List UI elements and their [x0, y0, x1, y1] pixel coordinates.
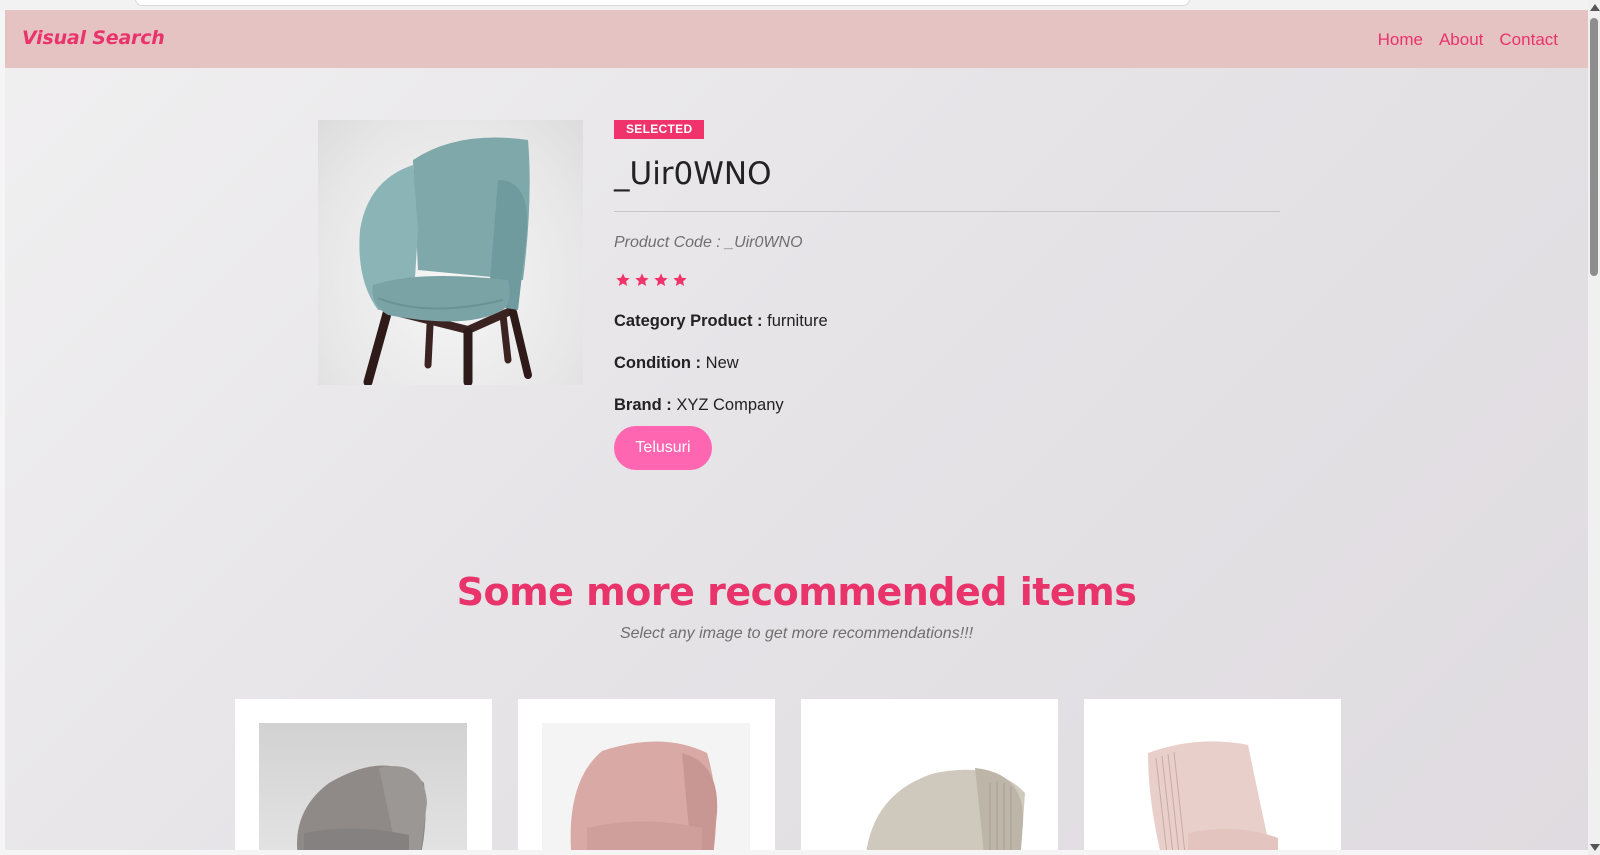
recommendation-image[interactable] [259, 723, 467, 850]
category-value: furniture [767, 312, 828, 330]
brand-label: Brand : [614, 396, 672, 414]
nav-links: Home About Contact [1378, 30, 1558, 50]
recommendation-image[interactable] [1108, 723, 1316, 850]
recommendation-card[interactable] [801, 699, 1058, 850]
recommendations-subtitle: Select any image to get more recommendat… [619, 625, 974, 642]
recommendation-image[interactable] [542, 723, 750, 850]
recommendation-image[interactable] [825, 723, 1033, 850]
nav-link-contact[interactable]: Contact [1499, 30, 1558, 50]
condition-value: New [705, 354, 739, 372]
beige-armchair-icon [866, 768, 1025, 850]
brand-row: Brand : XYZ Company [614, 396, 784, 415]
scroll-up-arrow-icon[interactable] [1590, 4, 1600, 11]
address-bar[interactable] [135, 0, 1190, 6]
selected-badge: SELECTED [614, 120, 705, 139]
scroll-down-arrow-icon[interactable] [1590, 844, 1600, 851]
star-icon [673, 273, 687, 286]
product-code-value: _Uir0WNO [725, 234, 803, 251]
browser-top-strip [0, 0, 1600, 10]
category-row: Category Product : furniture [614, 312, 828, 331]
blush-chair-icon [1148, 741, 1278, 850]
product-title: _Uir0WNO [614, 156, 772, 192]
recommendation-card[interactable] [235, 699, 492, 850]
product-code-label: Product Code : [614, 234, 726, 251]
rating-stars [615, 272, 688, 288]
recommendation-card[interactable] [1084, 699, 1341, 850]
pink-armchair-icon [570, 741, 718, 850]
star-icon [654, 273, 668, 286]
recommendation-card[interactable] [518, 699, 775, 850]
nav-link-about[interactable]: About [1439, 30, 1483, 50]
condition-row: Condition : New [614, 354, 739, 373]
condition-label: Condition : [614, 354, 702, 372]
title-divider [614, 211, 1280, 212]
product-code: Product Code : _Uir0WNO [614, 234, 803, 252]
product-image [318, 120, 583, 385]
star-icon [616, 273, 630, 286]
telusuri-button[interactable]: Telusuri [614, 426, 712, 470]
recommendations-heading: Some more recommended items [456, 570, 1137, 614]
page: Visual Search Home About Contact SELECTE… [5, 10, 1588, 850]
nav-link-home[interactable]: Home [1378, 30, 1423, 50]
category-label: Category Product : [614, 312, 763, 330]
brand-value: XYZ Company [676, 396, 784, 414]
grey-armchair-icon [297, 765, 427, 850]
star-icon [635, 273, 649, 286]
brand-logo[interactable]: Visual Search [22, 27, 165, 49]
scroll-thumb[interactable] [1590, 18, 1598, 276]
teal-armchair-icon [359, 137, 532, 385]
navbar: Visual Search Home About Contact [5, 10, 1588, 68]
scrollbar[interactable] [1588, 0, 1600, 855]
